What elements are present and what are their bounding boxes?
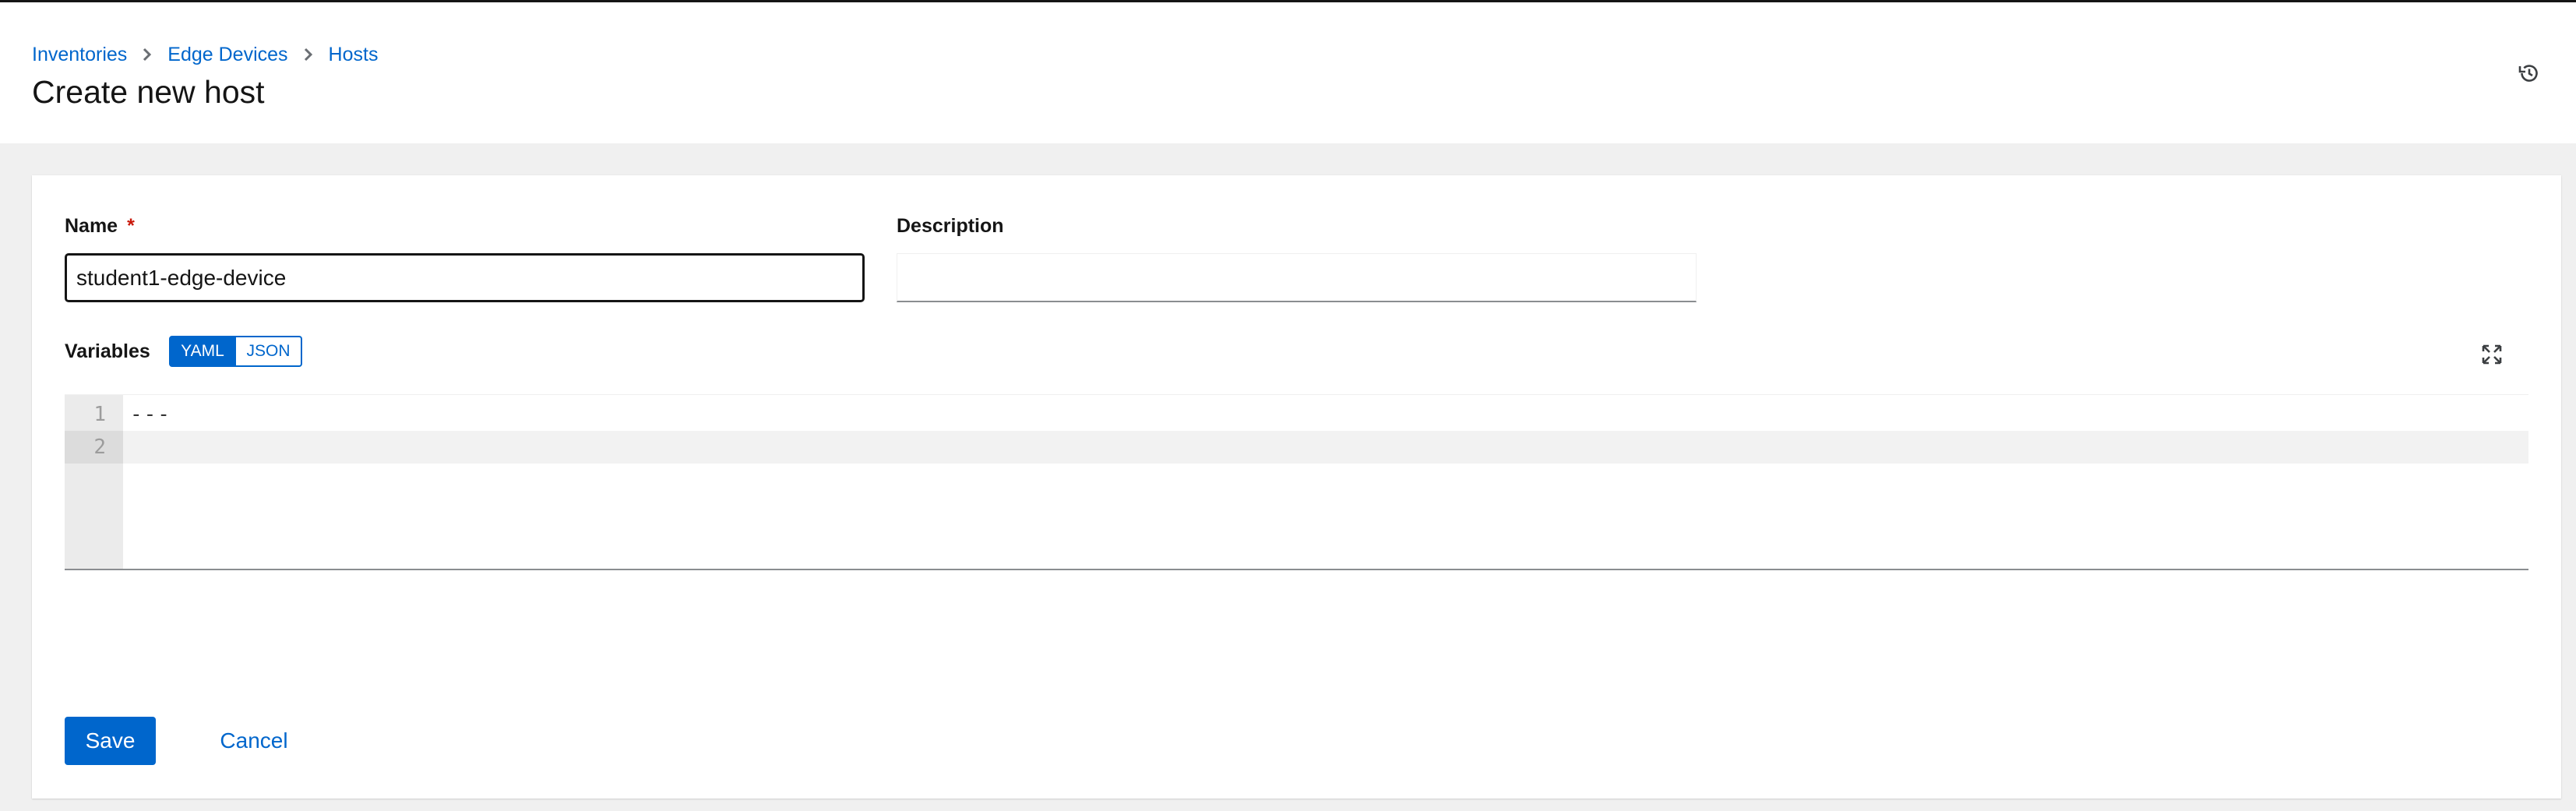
cancel-button[interactable]: Cancel xyxy=(211,717,297,765)
name-label-text: Name xyxy=(65,215,118,237)
line-number: 1 xyxy=(93,403,106,426)
name-input[interactable] xyxy=(65,253,865,302)
json-toggle-button[interactable]: JSON xyxy=(236,336,302,367)
editor-line[interactable]: 1 --- xyxy=(65,398,2528,431)
variables-code-editor[interactable]: 1 --- 2 xyxy=(65,394,2528,570)
line-number: 2 xyxy=(65,431,123,464)
host-form-card: Name * Description Variables YAML JSON 1 … xyxy=(32,175,2561,799)
variables-format-toggle: YAML JSON xyxy=(169,336,302,367)
history-icon xyxy=(2518,65,2538,82)
chevron-right-icon xyxy=(288,41,329,68)
description-label: Description xyxy=(897,215,1004,237)
chevron-right-icon xyxy=(127,41,167,68)
save-button[interactable]: Save xyxy=(65,717,156,765)
history-button[interactable] xyxy=(2515,59,2543,87)
page-header: Inventories Edge Devices Hosts Create ne… xyxy=(0,2,2576,143)
breadcrumb: Inventories Edge Devices Hosts xyxy=(32,41,378,68)
editor-line-active[interactable]: 2 xyxy=(65,431,2528,464)
breadcrumb-edge-devices[interactable]: Edge Devices xyxy=(167,44,287,66)
variables-label: Variables xyxy=(65,340,150,362)
yaml-toggle-button[interactable]: YAML xyxy=(169,336,236,367)
name-label: Name * xyxy=(65,213,135,238)
expand-editor-button[interactable] xyxy=(2479,342,2504,367)
breadcrumb-hosts[interactable]: Hosts xyxy=(329,44,379,66)
breadcrumb-inventories[interactable]: Inventories xyxy=(32,44,127,66)
line-text: --- xyxy=(130,403,171,426)
description-input[interactable] xyxy=(897,253,1697,302)
required-marker: * xyxy=(127,215,135,237)
page-title: Create new host xyxy=(32,74,265,110)
expand-icon xyxy=(2482,344,2502,365)
